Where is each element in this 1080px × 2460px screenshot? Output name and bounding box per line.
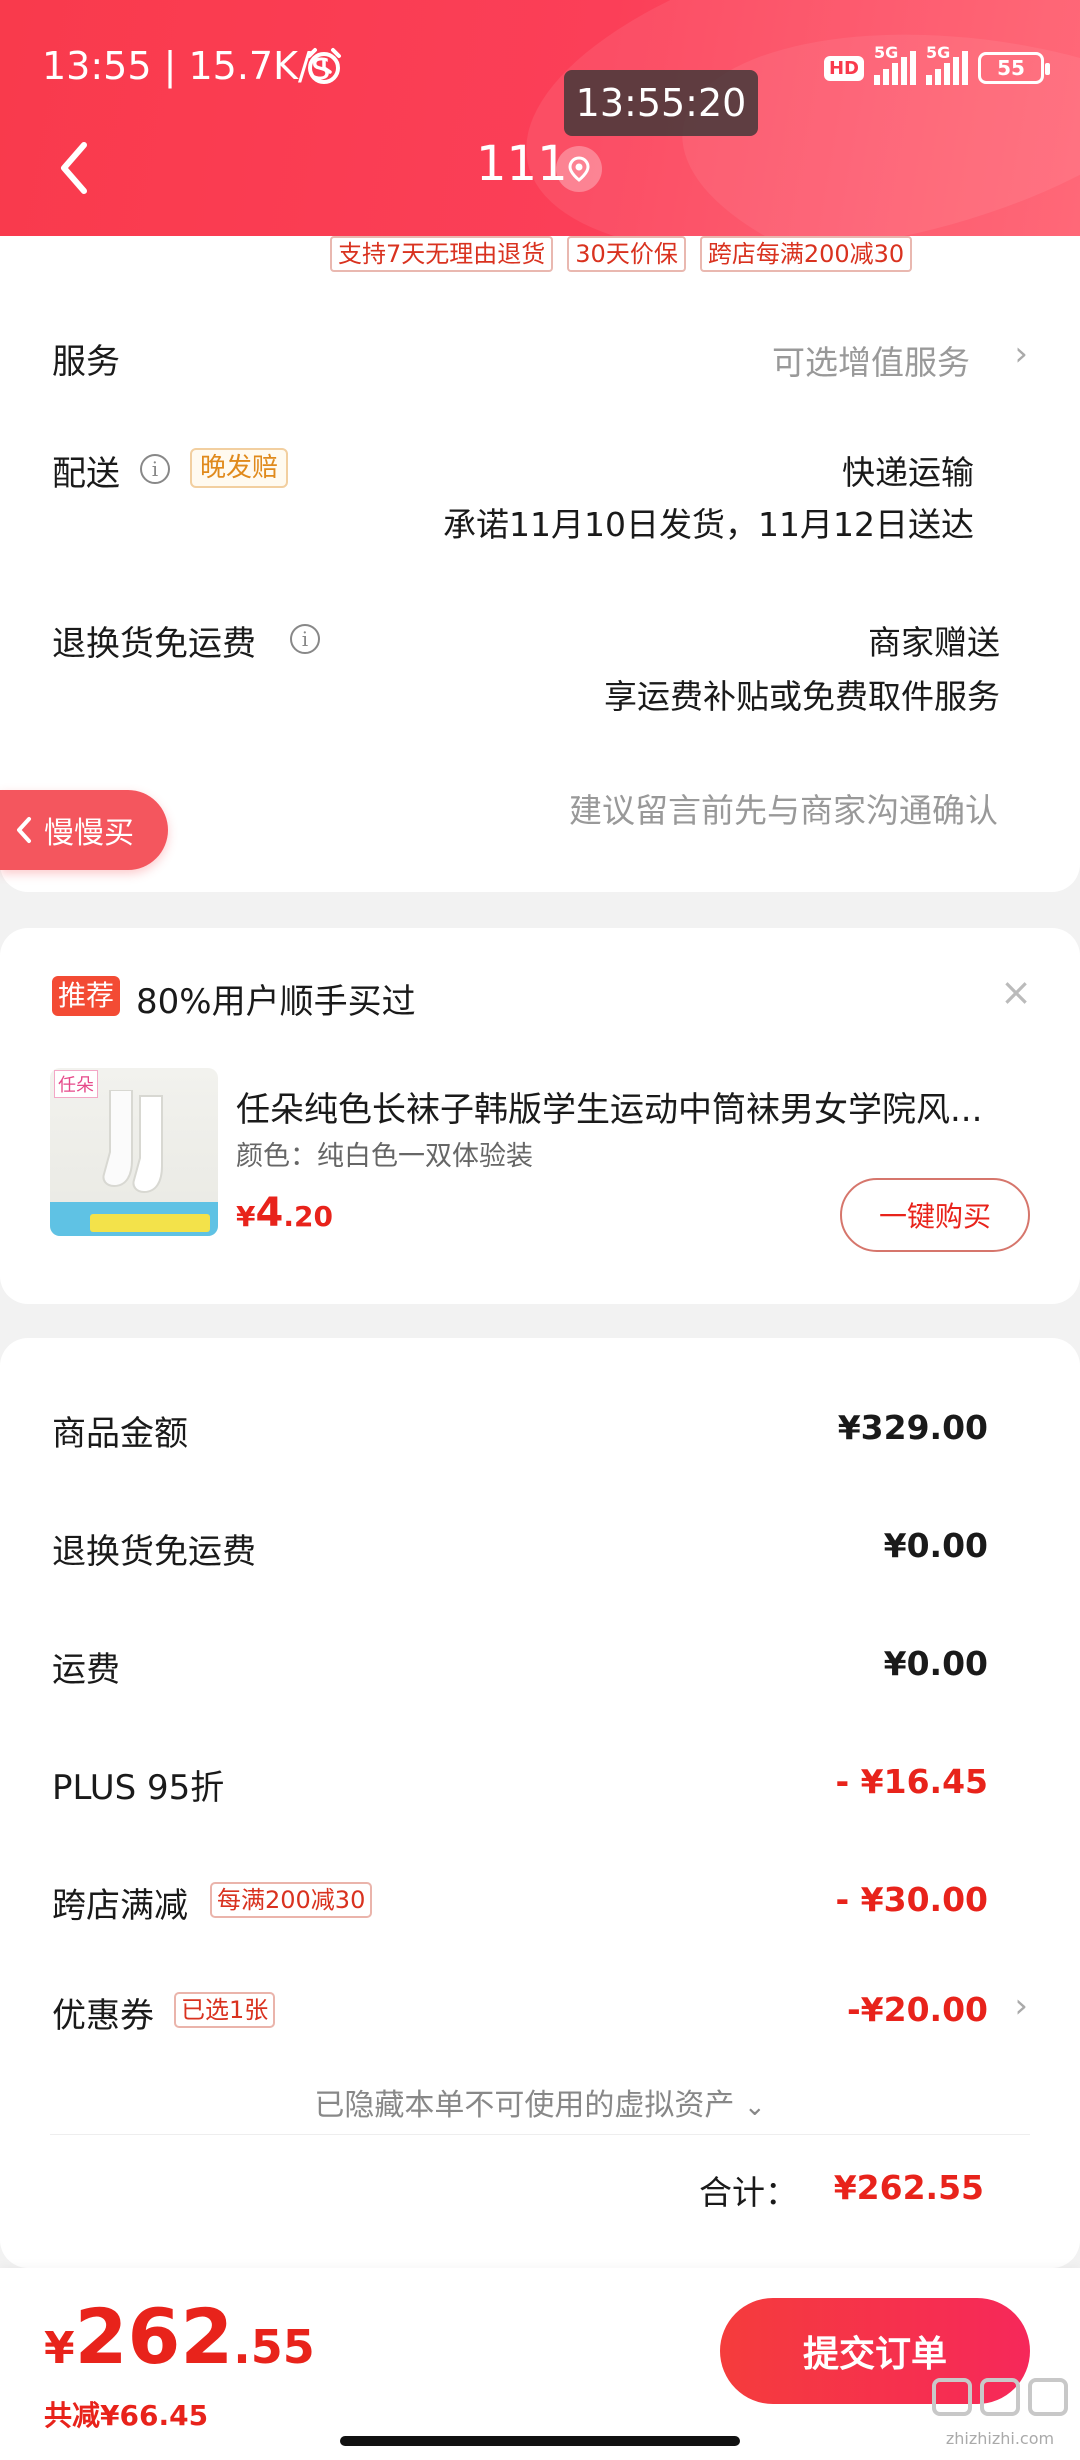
return-fee-label: 退换货免运费 bbox=[52, 1532, 256, 1572]
bottom-action-bar: ¥262.55 共减¥66.45 提交订单 zhizhizhi.com bbox=[0, 2268, 1080, 2460]
hd-icon: HD bbox=[823, 55, 864, 81]
info-icon[interactable]: i bbox=[290, 624, 320, 654]
product-image[interactable]: 任朵 bbox=[50, 1068, 218, 1236]
product-image-banner bbox=[90, 1214, 210, 1232]
delivery-label: 配送 bbox=[52, 454, 120, 494]
service-card: 支持7天无理由退货 30天价保 跨店每满200减30 服务 可选增值服务 › 配… bbox=[0, 236, 1080, 892]
chevron-right-icon[interactable]: › bbox=[1014, 334, 1028, 374]
address-title[interactable]: 111 bbox=[476, 136, 568, 192]
chevron-right-icon[interactable]: › bbox=[1014, 1986, 1028, 2026]
service-label: 服务 bbox=[52, 342, 120, 382]
return-fee-value: ¥0.00 bbox=[883, 1526, 988, 1565]
recommend-badge: 推荐 bbox=[52, 976, 121, 1016]
return-shipping-detail: 享运费补贴或免费取件服务 bbox=[604, 677, 1000, 716]
total-saved: 共减¥66.45 bbox=[44, 2399, 209, 2432]
status-separator: | bbox=[163, 44, 189, 88]
recommend-card: 推荐 80%用户顺手买过 × 任朵 任朵纯色长袜子韩版学生运动中筒袜男女学院风.… bbox=[0, 928, 1080, 1304]
watermark: zhizhizhi.com bbox=[930, 2374, 1070, 2448]
return-shipping-value: 商家赠送 bbox=[868, 623, 1000, 662]
divider bbox=[50, 2134, 1030, 2135]
watermark-url: zhizhizhi.com bbox=[945, 2429, 1055, 2448]
recommend-title: 80%用户顺手买过 bbox=[136, 982, 416, 1022]
cross-store-label: 跨店满减 bbox=[52, 1886, 188, 1926]
signal-icon: 5G bbox=[874, 43, 916, 85]
goods-amount-value: ¥329.00 bbox=[837, 1408, 988, 1447]
info-icon[interactable]: i bbox=[140, 454, 170, 484]
status-bar-right: HD 5G 5G 55 bbox=[823, 43, 1050, 88]
battery-icon: 55 bbox=[978, 52, 1050, 84]
coupon-value[interactable]: -¥20.00 bbox=[847, 1990, 988, 2029]
product-brand-logo: 任朵 bbox=[54, 1070, 98, 1098]
product-name[interactable]: 任朵纯色长袜子韩版学生运动中筒袜男女学院风... bbox=[236, 1082, 1036, 1131]
cross-store-badge: 每满200减30 bbox=[210, 1882, 373, 1918]
watermark-logo bbox=[930, 2374, 1070, 2429]
status-time: 13:55 bbox=[42, 44, 152, 88]
coupon-label: 优惠券 bbox=[52, 1996, 154, 2036]
total-value: ¥262.55 bbox=[833, 2168, 984, 2207]
goods-amount-label: 商品金额 bbox=[52, 1414, 188, 1454]
signal-icon: 5G bbox=[926, 43, 968, 85]
slow-buy-label: 慢慢买 bbox=[44, 816, 134, 851]
delivery-promise: 承诺11月10日发货，11月12日送达 bbox=[443, 505, 974, 544]
header-bar: 13:55 | 15.7K/s HD 5G 5G 55 13:55:20 111 bbox=[0, 0, 1080, 236]
chevron-down-icon: ⌄ bbox=[743, 2092, 766, 2122]
location-pin-icon[interactable] bbox=[556, 146, 602, 192]
service-tag: 支持7天无理由退货 bbox=[330, 236, 554, 272]
product-price: ¥4.20 bbox=[236, 1190, 333, 1236]
home-indicator[interactable] bbox=[340, 2436, 740, 2446]
return-shipping-label: 退换货免运费 bbox=[52, 624, 256, 664]
hidden-assets-note: 已隐藏本单不可使用的虚拟资产 bbox=[314, 2088, 735, 2123]
service-tags: 支持7天无理由退货 30天价保 跨店每满200减30 bbox=[330, 236, 913, 272]
status-bar-left: 13:55 | 15.7K/s bbox=[42, 44, 331, 88]
socks-illustration bbox=[102, 1090, 163, 1194]
delivery-method: 快递运输 bbox=[842, 453, 974, 492]
total-label: 合计： bbox=[699, 2173, 798, 2212]
battery-level: 55 bbox=[997, 56, 1025, 80]
cross-store-value: - ¥30.00 bbox=[835, 1880, 988, 1919]
pay-amount: ¥262.55 bbox=[44, 2292, 315, 2381]
service-tag: 30天价保 bbox=[567, 236, 686, 272]
shipping-value: ¥0.00 bbox=[883, 1644, 988, 1683]
alarm-icon bbox=[307, 48, 341, 84]
late-compensation-badge: 晚发赔 bbox=[190, 448, 289, 488]
coupon-badge: 已选1张 bbox=[174, 1992, 276, 2028]
slow-buy-float-button[interactable]: 慢慢买 bbox=[0, 790, 168, 870]
price-summary-card: 商品金额 ¥329.00 退换货免运费 ¥0.00 运费 ¥0.00 PLUS … bbox=[0, 1338, 1080, 2268]
shipping-label: 运费 bbox=[52, 1650, 120, 1690]
plus-discount-label: PLUS 95折 bbox=[52, 1768, 225, 1808]
service-tag: 跨店每满200减30 bbox=[699, 236, 913, 272]
one-click-buy-button[interactable]: 一键购买 bbox=[840, 1178, 1030, 1252]
plus-discount-value: - ¥16.45 bbox=[835, 1762, 988, 1801]
time-overlay: 13:55:20 bbox=[564, 70, 758, 136]
service-value[interactable]: 可选增值服务 bbox=[772, 336, 970, 384]
hidden-assets-toggle[interactable]: 已隐藏本单不可使用的虚拟资产 ⌄ bbox=[0, 2080, 1080, 2124]
close-icon[interactable]: × bbox=[1000, 970, 1032, 1014]
message-input[interactable]: 建议留言前先与商家沟通确认 bbox=[569, 784, 998, 832]
back-arrow-icon[interactable] bbox=[50, 135, 100, 201]
chevron-left-icon bbox=[17, 817, 31, 843]
product-spec: 颜色：纯白色一双体验装 bbox=[236, 1141, 533, 1172]
